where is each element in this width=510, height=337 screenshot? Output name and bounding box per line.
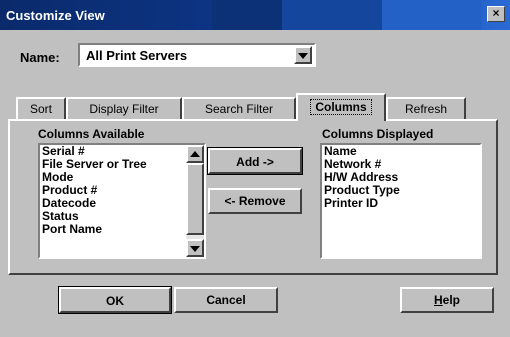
list-item[interactable]: Port Name: [40, 223, 204, 236]
columns-available-title: Columns Available: [38, 127, 145, 141]
title-bar[interactable]: Customize View ×: [0, 0, 510, 30]
close-icon[interactable]: ×: [487, 6, 505, 22]
name-combobox[interactable]: All Print Servers: [78, 43, 316, 67]
scroll-down-button[interactable]: [186, 239, 204, 257]
tab-refresh[interactable]: Refresh: [386, 97, 466, 119]
add-button-face: Add ->: [208, 148, 302, 174]
tab-label: Columns: [310, 99, 372, 115]
title-bar-segment: [382, 0, 482, 30]
tab-sort[interactable]: Sort: [16, 97, 66, 119]
columns-displayed-list[interactable]: Name Network # H/W Address Product Type …: [320, 143, 482, 259]
window-title: Customize View: [6, 8, 105, 23]
chevron-up-icon: [190, 151, 200, 157]
list-item[interactable]: Printer ID: [322, 197, 480, 210]
columns-displayed-title: Columns Displayed: [322, 127, 434, 141]
scrollbar[interactable]: [186, 145, 204, 257]
ok-button[interactable]: OK: [58, 286, 172, 314]
customize-view-dialog: Customize View × Name: All Print Servers…: [0, 0, 510, 337]
title-bar-segment: [212, 0, 282, 30]
tab-label: Sort: [29, 102, 52, 116]
tab-search-filter[interactable]: Search Filter: [182, 97, 296, 119]
help-button[interactable]: Help: [400, 287, 494, 313]
title-bar-segment: [282, 0, 382, 30]
help-button-label: elp: [442, 293, 460, 307]
chevron-down-icon: [298, 53, 308, 59]
columns-available-list[interactable]: Serial # File Server or Tree Mode Produc…: [38, 143, 206, 259]
chevron-down-icon: [190, 246, 200, 252]
tab-label: Display Filter: [89, 102, 159, 116]
tab-label: Search Filter: [204, 102, 274, 116]
tab-columns[interactable]: Columns: [296, 93, 386, 121]
name-label: Name:: [20, 50, 60, 65]
scroll-up-button[interactable]: [186, 145, 204, 163]
cancel-button-label: Cancel: [206, 293, 246, 307]
remove-button[interactable]: <- Remove: [208, 188, 302, 214]
add-button-label: Add ->: [236, 155, 274, 169]
tab-label: Refresh: [404, 102, 448, 116]
scroll-thumb[interactable]: [186, 163, 204, 235]
remove-button-label: <- Remove: [224, 194, 286, 208]
dropdown-button[interactable]: [294, 46, 312, 64]
add-button[interactable]: Add ->: [207, 147, 303, 175]
help-accelerator: H: [433, 293, 443, 307]
ok-button-label: OK: [106, 294, 124, 308]
name-combobox-value: All Print Servers: [86, 48, 188, 63]
columns-tab-panel: Columns Available Serial # File Server o…: [8, 119, 498, 275]
ok-button-face: OK: [59, 287, 171, 313]
cancel-button[interactable]: Cancel: [174, 287, 278, 313]
tab-display-filter[interactable]: Display Filter: [66, 97, 182, 119]
